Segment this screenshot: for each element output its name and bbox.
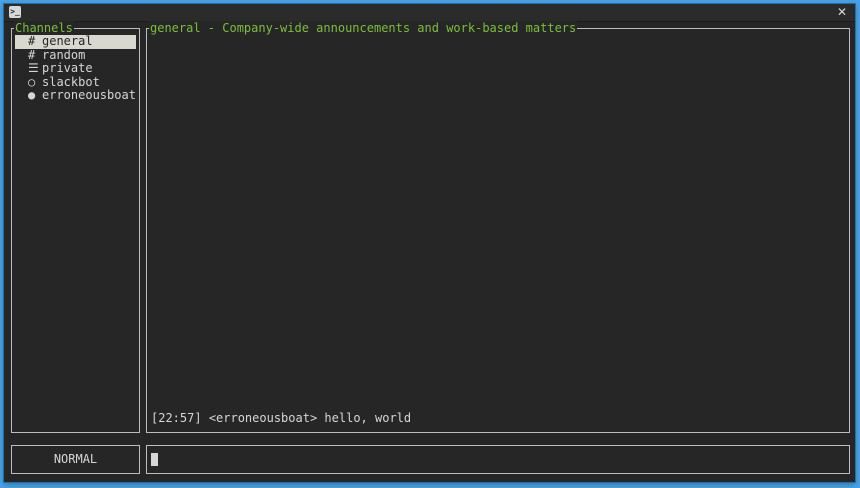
channel-label: general	[42, 34, 93, 48]
message-text: hello, world	[324, 411, 412, 425]
channel-label: slackbot	[42, 74, 100, 89]
channel-label: erroneousboat	[42, 88, 136, 102]
message-timestamp: [22:57]	[151, 411, 202, 425]
channel-item-slackbot[interactable]: ○ slackbot	[15, 74, 136, 90]
hash-icon: #	[28, 34, 36, 48]
close-button[interactable]: ✕	[835, 5, 849, 19]
title-bar[interactable]: >_ ✕	[4, 4, 855, 22]
channel-item-general[interactable]: # general	[15, 34, 136, 49]
mode-panel: NORMAL	[11, 445, 140, 474]
channel-list: # general # random ☰ private ○ slackbot ● err…	[15, 34, 136, 103]
message-author: <erroneousboat>	[208, 411, 318, 425]
channel-item-private[interactable]: ☰ private	[15, 61, 136, 76]
channels-title: Channels	[14, 21, 74, 35]
terminal-icon: >_	[9, 6, 21, 18]
channels-panel: Channels # general # random ☰ private ○ slac…	[11, 21, 140, 433]
message-row: [22:57] <erroneousboat> hello, world	[151, 411, 411, 425]
text-cursor	[151, 453, 158, 466]
channel-label: private	[42, 61, 93, 75]
message-input[interactable]	[159, 451, 839, 468]
channel-item-erroneousboat[interactable]: ● erroneousboat	[15, 88, 136, 103]
presence-online-icon: ●	[28, 88, 36, 102]
group-icon: ☰	[28, 61, 39, 75]
channel-item-random[interactable]: # random	[15, 47, 136, 63]
messages-panel: general - Company-wide announcements and…	[146, 21, 850, 433]
input-panel[interactable]	[146, 445, 850, 474]
mode-indicator: NORMAL	[53, 452, 98, 466]
close-icon: ✕	[836, 5, 848, 19]
hash-icon: #	[28, 47, 36, 62]
terminal-window: >_ ✕ Channels # general # random ☰ private …	[4, 4, 855, 482]
channel-label: random	[42, 47, 86, 62]
presence-away-icon: ○	[28, 74, 36, 89]
channel-topic-title: general - Company-wide announcements and…	[149, 21, 578, 35]
